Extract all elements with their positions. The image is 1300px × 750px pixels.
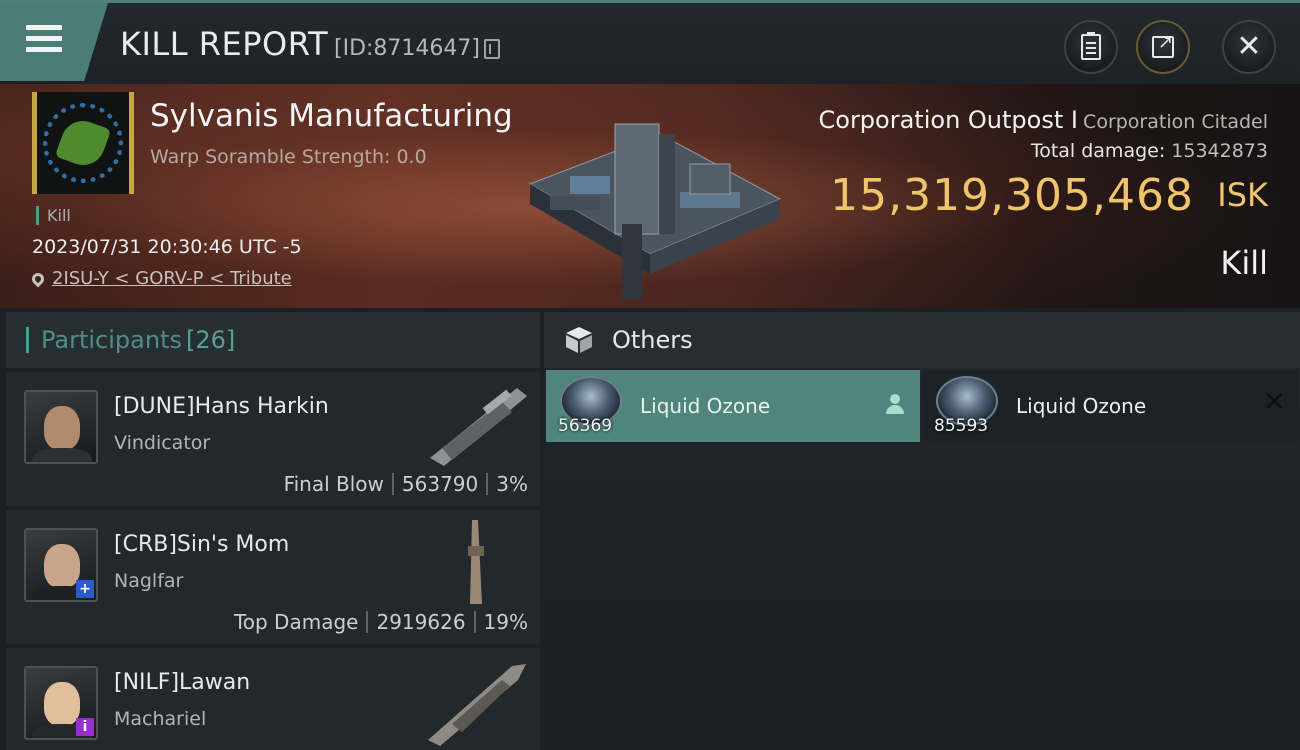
report-button[interactable] [1064,20,1118,74]
participant-role: Final Blow [283,472,384,496]
item-name: Liquid Ozone [640,394,771,418]
pilot-ship: Naglfar [114,570,184,592]
victim-ship: Corporation Outpost I Corporation Citade… [819,106,1269,134]
item-quantity: 85593 [934,416,989,436]
others-panel: Others 56369 Liquid Ozone 85593 Liquid O… [544,312,1300,750]
structure-image [528,123,782,299]
kill-result: Kill [1220,244,1268,282]
pilot-avatar[interactable] [24,390,98,464]
isk-value: 15,319,305,468 [830,170,1194,221]
menu-button[interactable] [0,3,108,81]
participant-role: Top Damage [233,610,359,634]
kill-tag: Kill [36,206,71,225]
participant-percent: 19% [483,610,528,634]
victim-ship-name[interactable]: Corporation Outpost I [819,106,1078,134]
participants-count: [26] [185,326,236,354]
participant-row[interactable]: i [NILF]Lawan Machariel [6,648,540,750]
corporation-logo[interactable] [32,92,134,194]
share-button[interactable] [1136,20,1190,74]
ship-thumbnail [430,388,527,466]
victim-ship-type: Corporation Citadel [1083,111,1268,133]
location-link[interactable]: 2ISU-Y < GORV-P < Tribute [52,268,292,289]
close-icon: ✕ [1236,29,1262,64]
participants-label: Participants [41,326,182,354]
total-damage-label: Total damage: [1030,140,1166,162]
kill-location[interactable]: 2ISU-Y < GORV-P < Tribute [29,268,292,289]
item-card[interactable]: 85593 Liquid Ozone ✕ [922,370,1298,442]
participants-header: Participants [26] [6,312,540,368]
victim-corporation-name[interactable]: Sylvanis Manufacturing [150,98,513,134]
header-bar: KILL REPORT [ID:8714647] ✕ [0,0,1300,84]
participant-damage: 563790 [401,472,479,496]
warp-scramble-strength: Warp Soramble Strength: 0.0 [150,146,427,168]
pilot-ship: Machariel [114,708,207,730]
ship-thumbnail [468,520,484,604]
kill-banner: Sylvanis Manufacturing Warp Soramble Str… [0,84,1300,308]
item-card[interactable]: 56369 Liquid Ozone [546,370,920,442]
isk-unit: ISK [1217,176,1268,214]
info-badge-icon: i [76,718,94,736]
cube-icon [566,327,592,353]
participant-row[interactable]: [DUNE]Hans Harkin Vindicator Final Blow 5… [6,372,540,506]
others-header: Others [544,312,1300,368]
pilot-ship: Vindicator [114,432,211,454]
copy-icon[interactable] [484,39,500,59]
total-damage: Total damage: 15342873 [1031,140,1268,162]
close-icon[interactable]: ✕ [1263,388,1286,416]
person-icon [886,394,904,414]
page-title: KILL REPORT [120,25,329,63]
pilot-name: [DUNE]Hans Harkin [114,394,329,419]
close-button[interactable]: ✕ [1222,20,1276,74]
clipboard-icon [1081,32,1101,60]
kill-id: [ID:8714647] [334,36,480,61]
participants-panel: Participants [26] [DUNE]Hans Harkin Vind… [6,312,540,750]
participant-stats: Final Blow 563790 3% [284,472,528,496]
item-quantity: 56369 [558,416,613,436]
ship-thumbnail [428,664,526,746]
kill-datetime: 2023/07/31 20:30:46 UTC -5 [32,236,302,258]
participant-damage: 2919626 [376,610,466,634]
participant-row[interactable]: + [CRB]Sin's Mom Naglfar Top Damage 29196… [6,510,540,644]
others-label: Others [612,326,693,354]
total-damage-value: 15342873 [1171,140,1268,162]
location-pin-icon [29,270,47,288]
participant-stats: Top Damage 2919626 19% [234,610,528,634]
share-icon [1152,32,1174,58]
plus-badge-icon: + [76,580,94,598]
item-name: Liquid Ozone [1016,394,1147,418]
pilot-avatar[interactable]: i [24,666,98,740]
participant-percent: 3% [496,472,528,496]
pilot-avatar[interactable]: + [24,528,98,602]
pilot-name: [NILF]Lawan [114,670,251,695]
pilot-name: [CRB]Sin's Mom [114,532,290,557]
hamburger-icon [26,25,62,55]
